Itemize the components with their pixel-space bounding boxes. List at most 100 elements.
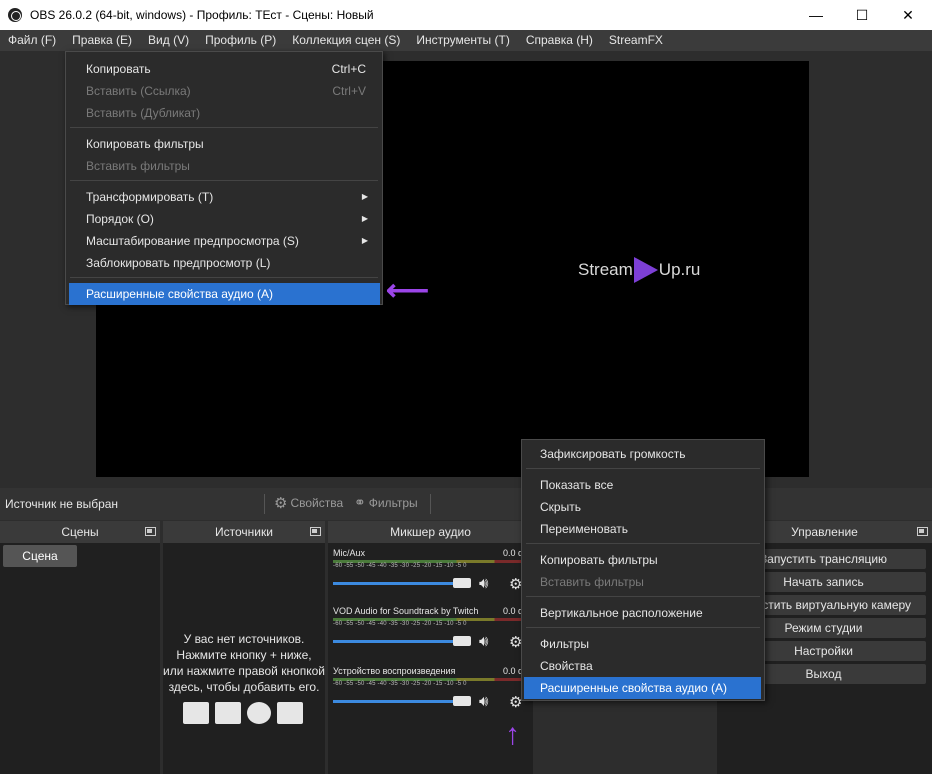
mixer-context-menu: Зафиксировать громкость Показать все Скр… [521,439,765,701]
menu-item-transform[interactable]: Трансформировать (T) ▶ [86,186,376,208]
controls-dock-title: Управление [791,525,858,539]
ctx-item-rename[interactable]: Переименовать [540,518,760,540]
obs-window: OBS 26.0.2 (64-bit, windows) - Профиль: … [0,0,932,774]
ctx-item-vertical-layout[interactable]: Вертикальное расположение [540,602,760,624]
globe-icon [247,702,271,724]
volume-slider[interactable] [333,640,470,643]
speaker-icon[interactable]: 🔊︎ [479,693,488,710]
mixer-dock-title: Микшер аудио [390,525,471,539]
minimize-button[interactable]: — [793,0,839,30]
menu-separator [70,277,378,278]
source-status: Источник не выбран [5,497,119,511]
filters-label: Фильтры [368,495,418,510]
logo-text-left: Stream [578,260,633,279]
ctx-item-hide[interactable]: Скрыть [540,496,760,518]
properties-button[interactable]: ⚙ Свойства [274,494,343,512]
menu-item-preview-scaling[interactable]: Масштабирование предпросмотра (S) ▶ [86,230,376,252]
ctx-item-paste-filters[interactable]: Вставить фильтры [540,571,760,593]
obs-logo-icon [8,8,22,22]
channel-db: 0.0 d [502,666,523,676]
menu-item-paste-duplicate[interactable]: Вставить (Дубликат) [86,102,366,124]
menu-item-lock-preview[interactable]: Заблокировать предпросмотр (L) [86,252,366,274]
scenes-dock-header: Сцены [0,521,160,543]
volume-slider-handle[interactable] [453,578,471,588]
toolbar-divider [430,494,431,514]
scene-list-item[interactable]: Сцена [3,545,77,567]
arrow-up-icon: ↑ [505,718,520,751]
menu-item-paste-ref[interactable]: Вставить (Ссылка) Ctrl+V [86,80,366,102]
menu-item-order[interactable]: Порядок (O) ▶ [86,208,376,230]
meter-ticks: -60 -55 -50 -45 -40 -35 -30 -25 -20 -15 … [333,563,467,569]
menu-separator [526,596,760,597]
menu-tools[interactable]: Инструменты (T) [408,30,517,51]
menu-separator [70,127,378,128]
volume-slider[interactable] [333,582,470,585]
ctx-item-properties[interactable]: Свойства [540,655,760,677]
menu-item-label: Порядок (O) [86,212,154,226]
submenu-arrow-icon: ▶ [361,192,368,201]
display-icon [215,702,241,724]
menu-item-label: Копировать [86,62,151,76]
menu-view[interactable]: Вид (V) [140,30,197,51]
volume-slider-handle[interactable] [453,636,471,646]
hint-line: здесь, чтобы добавить его. [168,680,320,694]
menu-item-label: Трансформировать (T) [86,190,214,204]
scenes-dock: Сцены Сцена [0,521,160,774]
menu-file[interactable]: Файл (F) [0,30,64,51]
volume-slider[interactable] [333,700,470,703]
menu-help[interactable]: Справка (H) [518,30,601,51]
channel-db: 0.0 d [502,548,523,558]
hint-line: Нажмите кнопку + ниже, [176,648,312,662]
filters-button[interactable]: ⚭ Фильтры [354,494,418,511]
ctx-item-advanced-audio[interactable]: Расширенные свойства аудио (A) [524,677,761,699]
ctx-item-lock-volume[interactable]: Зафиксировать громкость [540,443,760,465]
toolbar-divider [264,494,265,514]
menu-item-copy-filters[interactable]: Копировать фильтры [86,133,366,155]
close-button[interactable]: ✕ [885,0,931,30]
menu-scene-collection[interactable]: Коллекция сцен (S) [284,30,408,51]
source-type-icons [183,702,303,724]
arrow-left-icon: ⟵ [386,274,430,307]
hint-line: У вас нет источников. [183,632,305,646]
sources-dock-header: Источники [163,521,325,543]
maximize-button[interactable]: ☐ [839,0,885,30]
speaker-icon[interactable]: 🔊︎ [479,633,488,650]
no-sources-hint[interactable]: У вас нет источников. Нажмите кнопку + н… [163,631,325,695]
ctx-item-copy-filters[interactable]: Копировать фильтры [540,549,760,571]
mixer-channel: VOD Audio for Soundtrack by Twitch 0.0 d… [333,606,523,651]
sources-dock-title: Источники [215,525,273,539]
source-toolbar: Источник не выбран ⚙ Свойства ⚭ Фильтры [0,488,932,520]
menu-item-advanced-audio[interactable]: Расширенные свойства аудио (A) [69,283,380,305]
menu-item-label: Вставить (Ссылка) [86,84,191,98]
menu-separator [526,468,760,469]
mixer-channel: Mic/Aux 0.0 d -60 -55 -50 -45 -40 -35 -3… [333,548,523,593]
edit-menu: Копировать Ctrl+C Вставить (Ссылка) Ctrl… [65,51,383,305]
channel-name: Mic/Aux [333,548,366,558]
speaker-icon[interactable]: 🔊︎ [479,575,488,592]
title-bar: OBS 26.0.2 (64-bit, windows) - Профиль: … [0,0,932,30]
volume-slider-handle[interactable] [453,696,471,706]
window-title: OBS 26.0.2 (64-bit, windows) - Профиль: … [30,8,374,22]
channel-name: VOD Audio for Soundtrack by Twitch [333,606,479,616]
logo-text-right: Up.ru [658,260,701,279]
meter-ticks: -60 -55 -50 -45 -40 -35 -30 -25 -20 -15 … [333,621,467,627]
hint-line: или нажмите правой кнопкой [163,664,325,678]
menu-profile[interactable]: Профиль (P) [197,30,284,51]
float-dock-icon[interactable] [310,527,321,536]
image-icon [183,702,209,724]
menu-streamfx[interactable]: StreamFX [601,30,671,51]
menu-bar: Файл (F) Правка (E) Вид (V) Профиль (P) … [0,30,932,51]
menu-item-copy[interactable]: Копировать Ctrl+C [86,58,366,80]
menu-separator [70,180,378,181]
ctx-item-show-all[interactable]: Показать все [540,474,760,496]
channel-name: Устройство воспроизведения [333,666,456,676]
ctx-item-filters[interactable]: Фильтры [540,633,760,655]
float-dock-icon[interactable] [917,527,928,536]
channel-db: 0.0 d [502,606,523,616]
menu-item-shortcut: Ctrl+C [331,62,366,76]
menu-separator [526,543,760,544]
float-dock-icon[interactable] [145,527,156,536]
gear-icon: ⚙ [274,495,288,512]
menu-item-paste-filters[interactable]: Вставить фильтры [86,155,366,177]
menu-edit[interactable]: Правка (E) [64,30,140,51]
